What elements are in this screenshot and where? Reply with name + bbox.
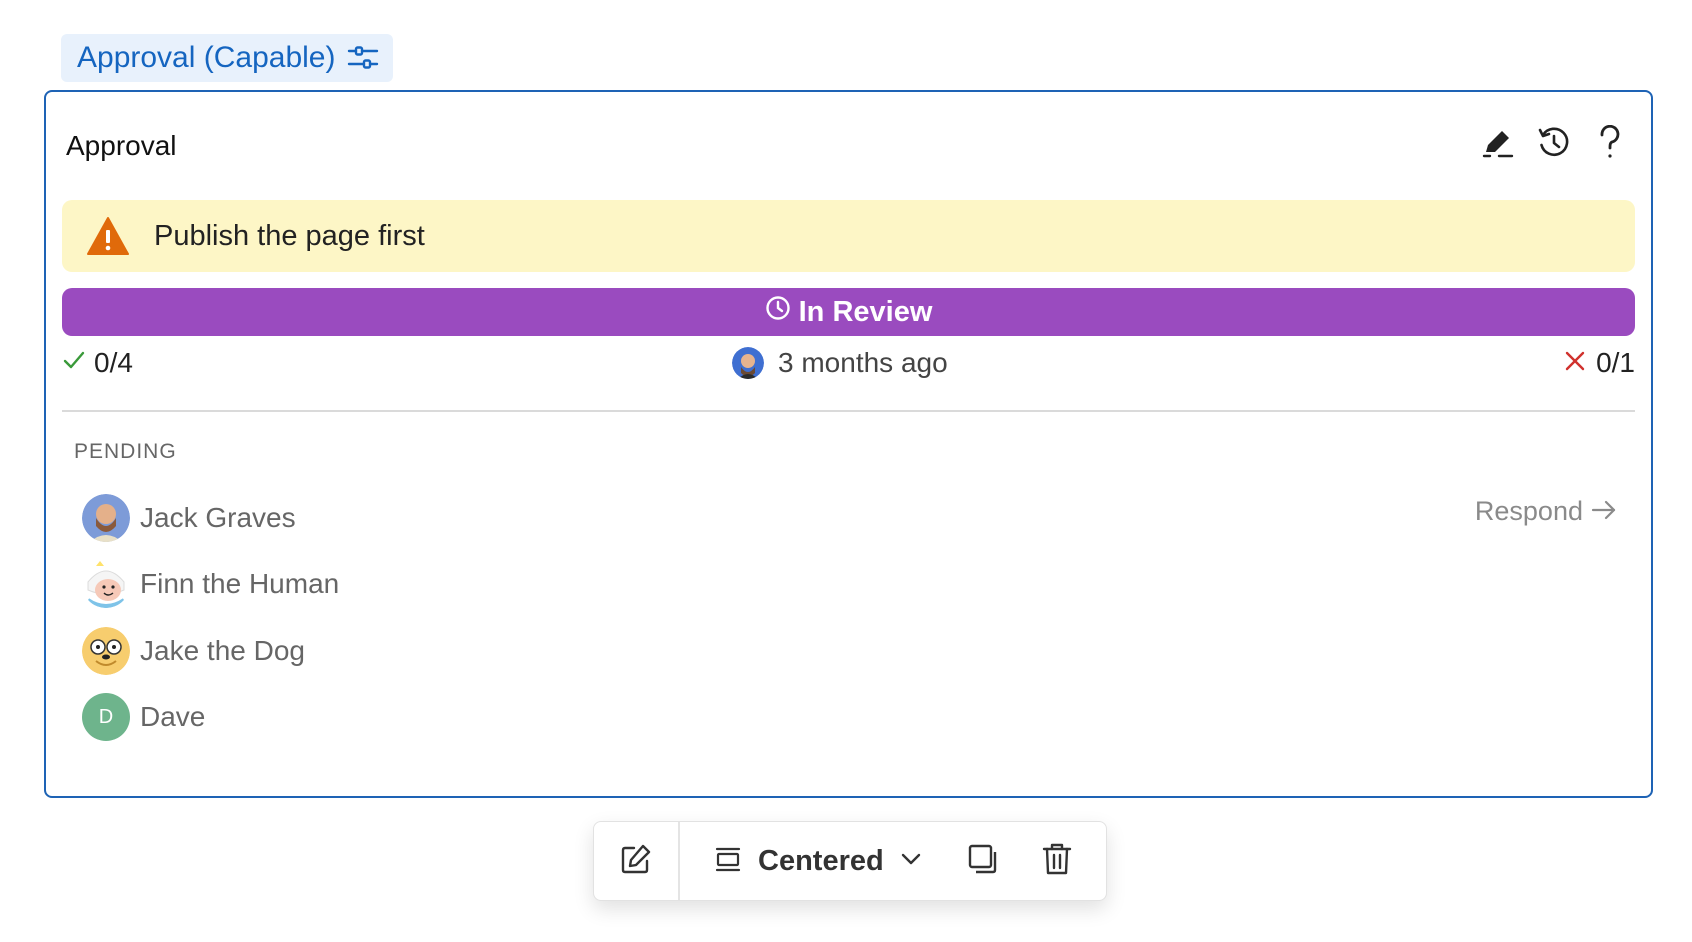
block-toolbar: Centered (593, 821, 1107, 901)
respond-label: Respond (1474, 496, 1583, 526)
alignment-label: Centered (758, 844, 884, 877)
rejected-count: 0/1 (1564, 347, 1635, 379)
approval-card: Approval Publish the page first In Revie… (44, 90, 1653, 798)
edit-icon (619, 842, 653, 881)
sliders-icon (347, 45, 379, 71)
requester-avatar (732, 347, 764, 379)
avatar (82, 560, 130, 608)
align-center-icon (714, 845, 742, 878)
activity-time: 3 months ago (778, 347, 948, 378)
warning-text: Publish the page first (154, 219, 425, 252)
status-badge: In Review (62, 288, 1635, 336)
trash-icon (1042, 842, 1072, 881)
warning-banner: Publish the page first (62, 200, 1635, 272)
last-activity: 3 months ago (732, 347, 948, 379)
warning-triangle-icon (86, 216, 130, 256)
divider (62, 410, 1635, 412)
duplicate-button[interactable] (966, 842, 1000, 881)
help-icon[interactable] (1593, 124, 1627, 162)
avatar-initial: D (98, 705, 114, 728)
reviewer-item[interactable]: Finn the Human (82, 558, 339, 610)
respond-link[interactable]: Respond (1475, 496, 1617, 527)
reviewer-item[interactable]: Jake the Dog (82, 625, 305, 677)
arrow-right-icon (1591, 496, 1617, 527)
block-type-tag[interactable]: Approval (Capable) (61, 34, 394, 82)
clock-icon (765, 295, 791, 329)
rejected-count-value: 0/1 (1596, 347, 1635, 378)
alignment-dropdown[interactable]: Centered (714, 845, 922, 878)
avatar: D (82, 693, 130, 741)
history-icon[interactable] (1537, 124, 1571, 162)
pending-heading: PENDING (74, 440, 177, 463)
card-header-actions (1481, 124, 1627, 162)
close-icon (1564, 347, 1586, 379)
approval-metrics: 0/4 3 months ago 0/1 (62, 347, 1635, 389)
delete-button[interactable] (1042, 842, 1072, 881)
reviewer-item[interactable]: D Dave (82, 691, 205, 743)
edit-block-button[interactable] (594, 822, 680, 900)
card-title: Approval (66, 130, 177, 161)
avatar (82, 494, 130, 542)
duplicate-icon (966, 842, 1000, 881)
reviewer-name: Finn the Human (140, 568, 340, 599)
avatar (82, 627, 130, 675)
reviewer-item[interactable]: Jack Graves (82, 492, 296, 544)
status-label: In Review (798, 295, 933, 328)
edit-pen-icon[interactable] (1481, 124, 1515, 162)
approved-count: 0/4 (62, 347, 133, 379)
reviewer-name: Dave (140, 701, 206, 732)
approved-count-value: 0/4 (94, 347, 133, 378)
reviewer-name: Jack Graves (140, 502, 296, 533)
reviewer-name: Jake the Dog (140, 635, 305, 666)
check-icon (62, 347, 86, 379)
block-type-label: Approval (Capable) (77, 41, 336, 74)
chevron-down-icon (900, 852, 922, 871)
